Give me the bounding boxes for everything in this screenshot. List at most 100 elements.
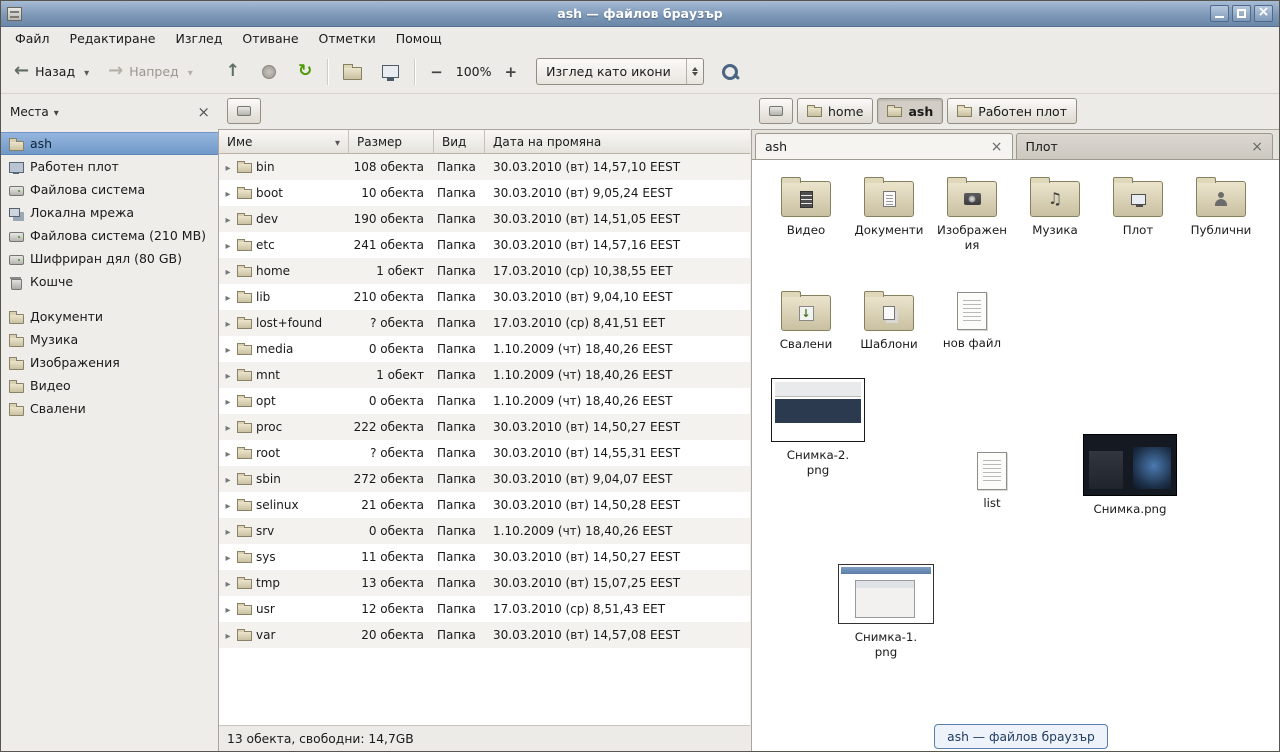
titlebar[interactable]: ash — файлов браузър xyxy=(1,1,1279,27)
menu-item[interactable]: Помощ xyxy=(386,28,452,49)
folder-item[interactable]: Документи xyxy=(849,174,929,252)
folder-item[interactable]: нов файл xyxy=(932,288,1012,352)
table-row[interactable]: tmp 13 обекта Папка 30.03.2010 (вт) 15,0… xyxy=(219,570,750,596)
table-row[interactable]: var 20 обекта Папка 30.03.2010 (вт) 14,5… xyxy=(219,622,750,648)
tab[interactable]: Плот xyxy=(1016,133,1274,159)
sidebar-item[interactable]: Шифриран дял (80 GB) xyxy=(1,247,218,270)
table-row[interactable]: dev 190 обекта Папка 30.03.2010 (вт) 14,… xyxy=(219,206,750,232)
expander-icon[interactable] xyxy=(223,290,233,304)
expander-icon[interactable] xyxy=(223,420,233,434)
expander-icon[interactable] xyxy=(223,394,233,408)
expander-icon[interactable] xyxy=(223,550,233,564)
file-item[interactable]: Снимка.png xyxy=(1080,434,1180,517)
sidebar-item[interactable]: Свалени xyxy=(1,397,218,420)
expander-icon[interactable] xyxy=(223,264,233,278)
forward-button[interactable]: Напред xyxy=(103,59,184,84)
back-history-dropdown-icon[interactable] xyxy=(80,65,93,79)
sidebar-item[interactable] xyxy=(1,293,218,305)
sidebar-item[interactable]: Изображения xyxy=(1,351,218,374)
sidebar-item[interactable]: Локална мрежа xyxy=(1,201,218,224)
expander-icon[interactable] xyxy=(223,212,233,226)
view-mode-spinner-icon[interactable] xyxy=(686,59,703,84)
view-mode-select[interactable]: Изглед като икони xyxy=(536,58,704,85)
filesystem-path-button[interactable] xyxy=(227,98,261,124)
menu-item[interactable]: Файл xyxy=(5,28,60,49)
forward-history-dropdown-icon[interactable] xyxy=(184,65,197,79)
table-row[interactable]: mnt 1 обект Папка 1.10.2009 (чт) 18,40,2… xyxy=(219,362,750,388)
file-item[interactable]: Снимка-2.png xyxy=(768,378,868,477)
taskbar-window-button[interactable]: ash — файлов браузър xyxy=(934,724,1108,749)
expander-icon[interactable] xyxy=(223,342,233,356)
search-icon[interactable] xyxy=(720,62,740,82)
tab[interactable]: ash xyxy=(755,133,1013,159)
places-close-icon[interactable] xyxy=(197,103,210,121)
table-row[interactable]: lost+found ? обекта Папка 17.03.2010 (ср… xyxy=(219,310,750,336)
expander-icon[interactable] xyxy=(223,628,233,642)
pane-splitter[interactable] xyxy=(748,94,752,751)
expander-icon[interactable] xyxy=(223,576,233,590)
icon-view[interactable]: Видео Документи Изображения xyxy=(752,160,1279,751)
sidebar-item[interactable]: Файлова система xyxy=(1,178,218,201)
sidebar-item[interactable]: Работен плот xyxy=(1,155,218,178)
expander-icon[interactable] xyxy=(223,316,233,330)
table-row[interactable]: etc 241 обекта Папка 30.03.2010 (вт) 14,… xyxy=(219,232,750,258)
minimize-button[interactable] xyxy=(1210,5,1229,22)
table-row[interactable]: opt 0 обекта Папка 1.10.2009 (чт) 18,40,… xyxy=(219,388,750,414)
table-row[interactable]: bin 108 обекта Папка 30.03.2010 (вт) 14,… xyxy=(219,154,750,180)
back-button[interactable]: Назад xyxy=(9,59,80,84)
expander-icon[interactable] xyxy=(223,368,233,382)
table-row[interactable]: home 1 обект Папка 17.03.2010 (ср) 10,38… xyxy=(219,258,750,284)
folder-item[interactable]: Плот xyxy=(1098,174,1178,252)
expander-icon[interactable] xyxy=(223,160,233,174)
sidebar-item[interactable]: Документи xyxy=(1,305,218,328)
close-button[interactable] xyxy=(1254,5,1273,22)
table-row[interactable]: boot 10 обекта Папка 30.03.2010 (вт) 9,0… xyxy=(219,180,750,206)
expander-icon[interactable] xyxy=(223,186,233,200)
path-segment-button[interactable]: ash xyxy=(877,98,943,124)
expander-icon[interactable] xyxy=(223,498,233,512)
zoom-in-button[interactable] xyxy=(498,58,525,86)
places-title[interactable]: Места xyxy=(10,105,49,119)
tab-close-icon[interactable] xyxy=(1251,139,1263,155)
filesystem-path-button[interactable] xyxy=(759,98,793,124)
stop-button[interactable] xyxy=(255,60,283,84)
table-row[interactable]: proc 222 обекта Папка 30.03.2010 (вт) 14… xyxy=(219,414,750,440)
sidebar-item[interactable]: Файлова система (210 MB) xyxy=(1,224,218,247)
sidebar-item[interactable]: ash xyxy=(1,132,218,155)
table-row[interactable]: lib 210 обекта Папка 30.03.2010 (вт) 9,0… xyxy=(219,284,750,310)
file-item[interactable]: Снимка-1.png xyxy=(836,564,936,659)
expander-icon[interactable] xyxy=(223,524,233,538)
reload-button[interactable] xyxy=(291,59,319,84)
sidebar-item[interactable]: Музика xyxy=(1,328,218,351)
sidebar-item[interactable]: Кошче xyxy=(1,270,218,293)
folder-item[interactable]: Свалени xyxy=(766,288,846,352)
menu-item[interactable]: Отметки xyxy=(309,28,386,49)
computer-button[interactable] xyxy=(375,60,406,83)
table-row[interactable]: usr 12 обекта Папка 17.03.2010 (ср) 8,51… xyxy=(219,596,750,622)
sidebar-splitter[interactable] xyxy=(217,94,221,751)
folder-item[interactable]: Публични xyxy=(1181,174,1261,252)
maximize-button[interactable] xyxy=(1232,5,1251,22)
sidebar-item[interactable]: Видео xyxy=(1,374,218,397)
file-item[interactable]: list xyxy=(957,448,1027,511)
table-row[interactable]: selinux 21 обекта Папка 30.03.2010 (вт) … xyxy=(219,492,750,518)
expander-icon[interactable] xyxy=(223,238,233,252)
column-header-name[interactable]: Име xyxy=(219,130,349,153)
path-segment-button[interactable]: Работен плот xyxy=(947,98,1077,124)
menu-item[interactable]: Редактиране xyxy=(60,28,166,49)
folder-item[interactable]: Изображения xyxy=(932,174,1012,252)
folder-item[interactable]: Шаблони xyxy=(849,288,929,352)
table-row[interactable]: media 0 обекта Папка 1.10.2009 (чт) 18,4… xyxy=(219,336,750,362)
column-header-date[interactable]: Дата на промяна xyxy=(485,130,750,153)
path-segment-button[interactable]: home xyxy=(797,98,873,124)
places-dropdown-icon[interactable] xyxy=(54,105,59,119)
column-header-type[interactable]: Вид xyxy=(434,130,485,153)
folder-item[interactable]: Музика xyxy=(1015,174,1095,252)
folder-item[interactable]: Видео xyxy=(766,174,846,252)
table-row[interactable]: sys 11 обекта Папка 30.03.2010 (вт) 14,5… xyxy=(219,544,750,570)
menu-item[interactable]: Изглед xyxy=(166,28,233,49)
table-row[interactable]: sbin 272 обекта Папка 30.03.2010 (вт) 9,… xyxy=(219,466,750,492)
table-row[interactable]: root ? обекта Папка 30.03.2010 (вт) 14,5… xyxy=(219,440,750,466)
expander-icon[interactable] xyxy=(223,446,233,460)
menu-item[interactable]: Отиване xyxy=(232,28,308,49)
